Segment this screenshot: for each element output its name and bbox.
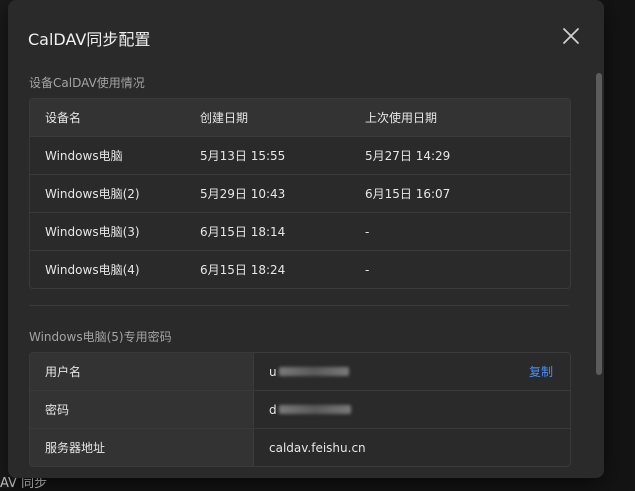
password-section-label: Windows电脑(5)专用密码: [29, 330, 172, 344]
password-value: d: [269, 402, 277, 417]
devices-table: 设备名 创建日期 上次使用日期 Windows电脑 5月13日 15:55 5月…: [29, 98, 571, 289]
table-row: Windows电脑(3) 6月15日 18:14 -: [30, 213, 570, 251]
created-date: 5月13日 15:55: [200, 149, 286, 163]
password-redacted: [278, 405, 351, 414]
device-name: Windows电脑(4): [45, 263, 140, 277]
devices-section-label: 设备CalDAV使用情况: [29, 76, 145, 90]
table-header-row: 设备名 创建日期 上次使用日期: [30, 99, 570, 137]
password-row: 密码 d: [30, 391, 570, 429]
created-date: 6月15日 18:14: [200, 225, 286, 239]
device-name: Windows电脑(2): [45, 187, 140, 201]
last-used-date: 6月15日 16:07: [365, 187, 451, 201]
close-icon: [563, 28, 579, 44]
device-name: Windows电脑(3): [45, 225, 140, 239]
caldav-sync-dialog: CalDAV同步配置 设备CalDAV使用情况 设备名 创建日期 上次使用日期 …: [8, 0, 604, 478]
username-redacted: [278, 367, 349, 376]
close-button[interactable]: [557, 22, 585, 50]
dialog-title: CalDAV同步配置: [28, 30, 151, 49]
column-header-device: 设备名: [45, 111, 82, 125]
username-label: 用户名: [30, 353, 254, 390]
device-name: Windows电脑: [45, 149, 123, 163]
username-row: 用户名 u 复制: [30, 353, 570, 391]
column-header-last-used: 上次使用日期: [365, 111, 438, 125]
column-header-created: 创建日期: [200, 111, 249, 125]
table-row: Windows电脑 5月13日 15:55 5月27日 14:29: [30, 137, 570, 175]
username-value: u: [269, 364, 277, 379]
table-row: Windows电脑(2) 5月29日 10:43 6月15日 16:07: [30, 175, 570, 213]
server-label: 服务器地址: [30, 429, 254, 466]
copy-button[interactable]: 复制: [529, 363, 553, 380]
server-value: caldav.feishu.cn: [269, 440, 366, 455]
password-label: 密码: [30, 391, 254, 428]
table-row: Windows电脑(4) 6月15日 18:24 -: [30, 251, 570, 288]
scrollbar[interactable]: [596, 73, 602, 375]
created-date: 6月15日 18:24: [200, 263, 286, 277]
created-date: 5月29日 10:43: [200, 187, 286, 201]
section-divider: [29, 305, 569, 306]
credentials-table: 用户名 u 复制 密码 d 服务器地址 caldav.feishu.cn: [29, 352, 571, 467]
last-used-date: 5月27日 14:29: [365, 149, 451, 163]
server-row: 服务器地址 caldav.feishu.cn: [30, 429, 570, 466]
last-used-date: -: [365, 224, 370, 239]
last-used-date: -: [365, 262, 370, 277]
